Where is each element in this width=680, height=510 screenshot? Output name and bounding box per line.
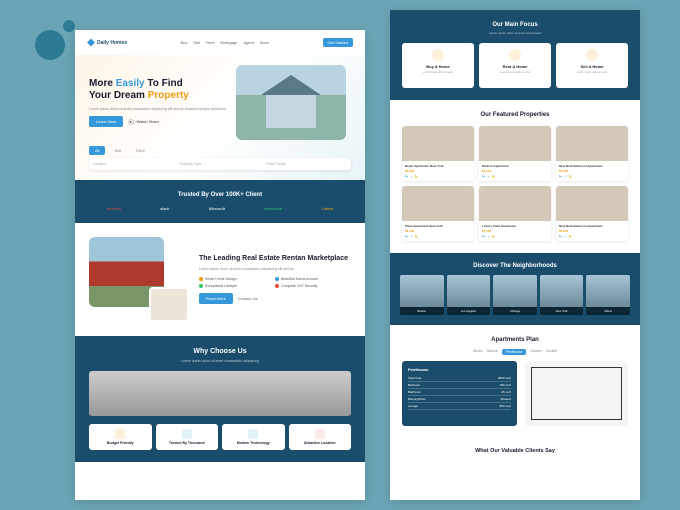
apt-tab-double[interactable]: Double — [546, 349, 557, 355]
apt-tab-garden[interactable]: Garden — [530, 349, 542, 355]
nav-sell[interactable]: Sell — [193, 40, 200, 45]
hero-subtitle: Lorem ipsum dolor sit amet consectetur a… — [89, 107, 226, 112]
prop-card[interactable]: Plaza Apartment New York$6,100🛏🛁📐 — [402, 186, 474, 241]
get-started-button[interactable]: Get Started — [323, 38, 353, 47]
prop-card[interactable]: New Built Bedroom Apartment$4,500🛏🛁📐 — [556, 126, 628, 181]
logo-invision: InVision — [107, 206, 121, 211]
testimonials-section: What Our Valuable Clients Say — [390, 438, 640, 464]
apt-tab-studio[interactable]: Studio — [473, 349, 483, 355]
apartments-section: Apartments Plan Studio Deluxe Penthouse … — [390, 325, 640, 438]
trusted-title: Trusted By Over 100K+ Client — [87, 192, 353, 198]
watch-video-button[interactable]: Watch Video — [128, 119, 158, 125]
rent-icon — [509, 49, 521, 61]
landing-left-panel: Daily Homes Buy Sell Rent Mortgage Agent… — [75, 30, 365, 500]
why-sub: Lorem ipsum dolor sit amet consectetur a… — [89, 359, 351, 363]
prop-card[interactable]: Luxury Suite Downtown$7,400🛏🛁📐 — [479, 186, 551, 241]
focus-title: Our Main Focus — [402, 22, 628, 28]
prop-card[interactable]: Bryan Apartment New York$5,800🛏🛁📐 — [402, 126, 474, 181]
neigh-card[interactable]: Chicago — [493, 275, 537, 315]
hero-title: More Easily To FindYour Dream Property — [89, 78, 226, 102]
nav-buy[interactable]: Buy — [181, 40, 188, 45]
apt-tab-penthouse[interactable]: Penthouse — [502, 349, 527, 355]
neigh-card[interactable]: New York — [540, 275, 584, 315]
logo-treehouse: treehouse — [264, 206, 282, 211]
nav-mortgage[interactable]: Mortgage — [221, 40, 238, 45]
prop-card[interactable]: New Built Bedroom Apartment$5,200🛏🛁📐 — [556, 186, 628, 241]
trusted-section: Trusted By Over 100K+ Client InVision sl… — [75, 180, 365, 223]
why-title: Why Choose Us — [89, 348, 351, 355]
feat-1: Smart Home Design — [199, 277, 272, 281]
leading-sub: Lorem ipsum dolor sit amet consectetur a… — [199, 267, 348, 272]
why-card-1: Budget Friendly — [89, 424, 152, 450]
why-card-4: Attractive Location — [289, 424, 352, 450]
focus-buy[interactable]: Buy A HomeLorem ipsum dolor sit amet — [402, 43, 474, 88]
prop-card[interactable]: Modern Apartment$3,200🛏🛁📐 — [479, 126, 551, 181]
props-title: Our Featured Properties — [402, 112, 628, 118]
focus-sell[interactable]: Sell A HomeLorem ipsum dolor sit amet — [556, 43, 628, 88]
search-bar: Location Property Type Price Range — [89, 158, 351, 170]
properties-section: Our Featured Properties Bryan Apartment … — [390, 100, 640, 253]
learn-more-button[interactable]: Learn More — [89, 116, 123, 127]
read-more-button[interactable]: Read More — [199, 293, 233, 304]
why-image — [89, 371, 351, 416]
logo-icon — [87, 39, 95, 47]
tech-icon — [248, 429, 258, 439]
apt-tab-deluxe[interactable]: Deluxe — [487, 349, 498, 355]
apt-tabs: Studio Deluxe Penthouse Garden Double — [402, 349, 628, 355]
logo[interactable]: Daily Homes — [87, 39, 127, 47]
navbar: Daily Homes Buy Sell Rent Mortgage Agent… — [75, 30, 365, 55]
why-card-2: Trusted By Thousand — [156, 424, 219, 450]
search-tabs: All Sell Rent — [89, 146, 351, 155]
nav-links: Buy Sell Rent Mortgage Agent More — [181, 40, 270, 45]
neigh-title: Discover The Neighborhoods — [400, 263, 630, 269]
hero-image — [236, 65, 346, 140]
why-card-3: Modern Technology — [222, 424, 285, 450]
neighborhoods-section: Discover The Neighborhoods Boston Los An… — [390, 253, 640, 325]
tab-rent[interactable]: Rent — [130, 146, 150, 155]
sell-icon — [586, 49, 598, 61]
focus-section: Our Main Focus Lorem ipsum dolor sit ame… — [390, 10, 640, 100]
nav-rent[interactable]: Rent — [206, 40, 214, 45]
tab-all[interactable]: All — [89, 146, 105, 155]
logo-lattice: Lattice — [322, 206, 334, 211]
leading-section: The Leading Real Estate Rentan Marketpla… — [75, 223, 365, 336]
test-title: What Our Valuable Clients Say — [400, 448, 630, 454]
neigh-card[interactable]: Boston — [400, 275, 444, 315]
neigh-card[interactable]: Miami — [586, 275, 630, 315]
floor-plan-image — [525, 361, 628, 426]
nav-agent[interactable]: Agent — [243, 40, 253, 45]
leading-title: The Leading Real Estate Rentan Marketpla… — [199, 255, 348, 263]
apt-details-panel: Penthouse Total Area2800 sq ft Bedroom15… — [402, 361, 517, 426]
budget-icon — [115, 429, 125, 439]
buy-icon — [432, 49, 444, 61]
landing-right-panel: Our Main Focus Lorem ipsum dolor sit ame… — [390, 10, 640, 500]
hero: More Easily To FindYour Dream Property L… — [75, 55, 365, 180]
tab-sell[interactable]: Sell — [108, 146, 127, 155]
focus-sub: Lorem ipsum dolor sit amet consectetur — [402, 31, 628, 35]
feat-4: Complete 24/7 Security — [275, 284, 348, 288]
nav-more[interactable]: More — [260, 40, 269, 45]
logo-microsoft: Microsoft — [209, 206, 225, 211]
logo-slack: slack — [160, 206, 169, 211]
price-input[interactable]: Price Range — [266, 162, 347, 166]
location-icon — [315, 429, 325, 439]
location-input[interactable]: Location — [93, 162, 174, 166]
apt-title: Apartments Plan — [402, 337, 628, 343]
play-icon — [128, 119, 134, 125]
leading-image — [89, 237, 189, 322]
type-input[interactable]: Property Type — [180, 162, 261, 166]
why-section: Why Choose Us Lorem ipsum dolor sit amet… — [75, 336, 365, 462]
feat-3: Exceptional Lifestyle — [199, 284, 272, 288]
focus-rent[interactable]: Rent A HomeLorem ipsum dolor sit amet — [479, 43, 551, 88]
trusted-icon — [182, 429, 192, 439]
contact-us-link[interactable]: Contact Us — [238, 296, 258, 301]
neigh-card[interactable]: Los Angeles — [447, 275, 491, 315]
feat-2: Beautiful Scene Around — [275, 277, 348, 281]
